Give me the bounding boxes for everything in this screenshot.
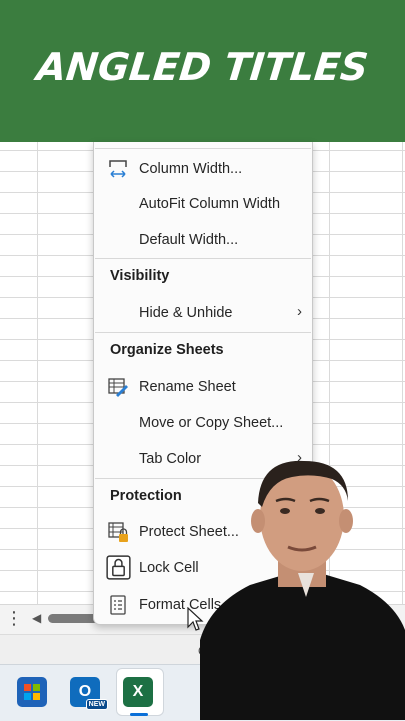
title-banner: ANGLED TITLES xyxy=(0,0,405,142)
menu-divider xyxy=(95,258,311,259)
menu-item-label: Rename Sheet xyxy=(139,379,236,395)
menu-item-move-copy-sheet[interactable]: Move or Copy Sheet... xyxy=(94,408,312,438)
menu-item-label: Lock Cell xyxy=(139,560,199,576)
menu-item-default-width[interactable]: Default Width... xyxy=(94,225,312,255)
outlook-icon[interactable]: O NEW xyxy=(70,677,108,710)
format-cells-icon xyxy=(110,595,126,615)
menu-item-label: Tab Color xyxy=(139,451,202,467)
menu-item-label: AutoFit Column Width xyxy=(139,196,281,212)
new-badge: NEW xyxy=(85,699,108,710)
protection-heading: Protection xyxy=(110,488,182,504)
presenter-photo xyxy=(200,460,405,720)
menu-item-label: Hide & Unhide xyxy=(139,305,233,321)
menu-item-label: Default Width... xyxy=(139,232,239,248)
menu-item-hide-unhide[interactable]: Hide & Unhide › xyxy=(94,298,312,328)
visibility-heading: Visibility xyxy=(110,268,170,284)
menu-item-label: Move or Copy Sheet... xyxy=(139,415,284,431)
menu-item-autofit-column-width[interactable]: AutoFit Column Width xyxy=(94,189,312,219)
chevron-right-icon: › xyxy=(297,303,302,320)
banner-title: ANGLED TITLES xyxy=(34,45,371,89)
excel-icon[interactable]: X xyxy=(123,677,153,707)
menu-divider xyxy=(95,148,311,149)
active-app-indicator xyxy=(130,713,148,716)
more-options-icon[interactable]: ⋮ xyxy=(5,608,23,629)
scroll-left-icon[interactable]: ◀ xyxy=(32,611,41,625)
rename-sheet-icon xyxy=(108,378,128,397)
organize-sheets-heading: Organize Sheets xyxy=(110,342,224,358)
excel-letter: X xyxy=(132,683,144,700)
column-width-icon xyxy=(109,160,127,178)
menu-divider xyxy=(95,332,311,333)
lock-icon xyxy=(106,555,131,580)
protect-sheet-icon xyxy=(108,522,128,542)
menu-item-column-width[interactable]: Column Width... xyxy=(94,154,312,184)
menu-item-rename-sheet[interactable]: Rename Sheet xyxy=(94,372,312,402)
microsoft-store-icon[interactable] xyxy=(17,677,47,707)
menu-item-label: Column Width... xyxy=(139,161,243,177)
